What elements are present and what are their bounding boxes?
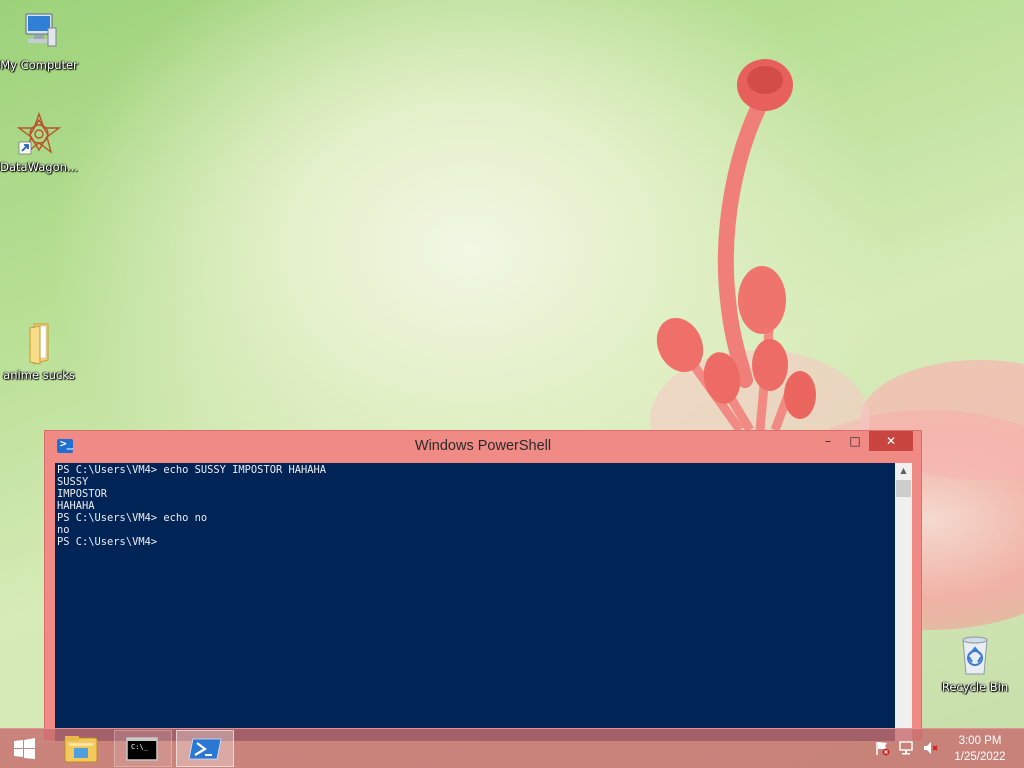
window-title: Windows PowerShell: [414, 438, 552, 454]
windows-logo-icon[interactable]: [4, 734, 44, 764]
maximize-button[interactable]: □: [842, 431, 868, 451]
scrollbar-thumb[interactable]: [896, 480, 911, 497]
desktop-icon-recycle-bin[interactable]: Recycle Bin: [936, 632, 1014, 694]
folder-icon: [29, 323, 49, 365]
network-icon[interactable]: [898, 740, 914, 756]
desktop-icon-my-computer[interactable]: My Computer: [0, 10, 78, 72]
computer-icon: [25, 13, 57, 47]
taskbar-powershell[interactable]: [176, 730, 234, 767]
desktop-icon-label: Recycle Bin: [941, 680, 1009, 694]
desktop: My Computer DataWagon... anime sucks Rec…: [0, 0, 1024, 768]
volume-muted-icon[interactable]: [922, 740, 938, 756]
desktop-icon-label: anime sucks: [3, 368, 75, 382]
desktop-icon-label: DataWagon...: [0, 160, 78, 174]
action-center-flag-icon[interactable]: [874, 740, 890, 756]
console-line: IMPOSTOR: [57, 488, 108, 500]
close-button[interactable]: ✕: [869, 431, 913, 451]
console-prompt-line: PS C:\Users\VM4>: [57, 536, 158, 548]
datawagon-shortcut-icon: [16, 112, 62, 155]
recycle-bin-icon: [962, 636, 988, 675]
window-titlebar[interactable]: >_ Windows PowerShell – □ ✕: [45, 431, 921, 463]
vertical-scrollbar[interactable]: ▲: [895, 463, 912, 741]
powershell-window[interactable]: >_ Windows PowerShell – □ ✕ PS C:\Users\…: [44, 430, 922, 741]
console-line: PS C:\Users\VM4> echo no: [57, 512, 208, 524]
taskbar: C:\_ 3:00 PM 1/25/2022: [0, 728, 1024, 768]
minimize-button[interactable]: –: [815, 431, 841, 451]
cmd-glyph: C:\_: [131, 743, 148, 751]
console-line: SUSSY: [57, 476, 89, 488]
taskbar-command-prompt[interactable]: C:\_: [114, 730, 172, 767]
console-lines: PS C:\Users\VM4> echo SUSSY IMPOSTOR HAH…: [57, 464, 893, 548]
clock-date: 1/25/2022: [954, 751, 1006, 763]
clock-time: 3:00 PM: [958, 735, 1002, 747]
desktop-icon-label: My Computer: [0, 58, 78, 72]
console-output[interactable]: PS C:\Users\VM4> echo SUSSY IMPOSTOR HAH…: [55, 463, 895, 741]
scroll-up-arrow-icon[interactable]: ▲: [895, 463, 912, 479]
console-line: HAHAHA: [57, 500, 95, 512]
taskbar-clock[interactable]: 3:00 PM 1/25/2022: [944, 733, 1016, 765]
console-line: PS C:\Users\VM4> echo SUSSY IMPOSTOR HAH…: [57, 464, 326, 476]
file-explorer-icon: [64, 736, 98, 763]
desktop-icon-anime-sucks[interactable]: anime sucks: [0, 320, 78, 382]
system-tray: [870, 737, 950, 761]
taskbar-file-explorer[interactable]: [52, 730, 110, 767]
desktop-icon-datawagon[interactable]: DataWagon...: [0, 112, 78, 174]
powershell-icon: [188, 738, 222, 760]
console-line: no: [57, 524, 70, 536]
